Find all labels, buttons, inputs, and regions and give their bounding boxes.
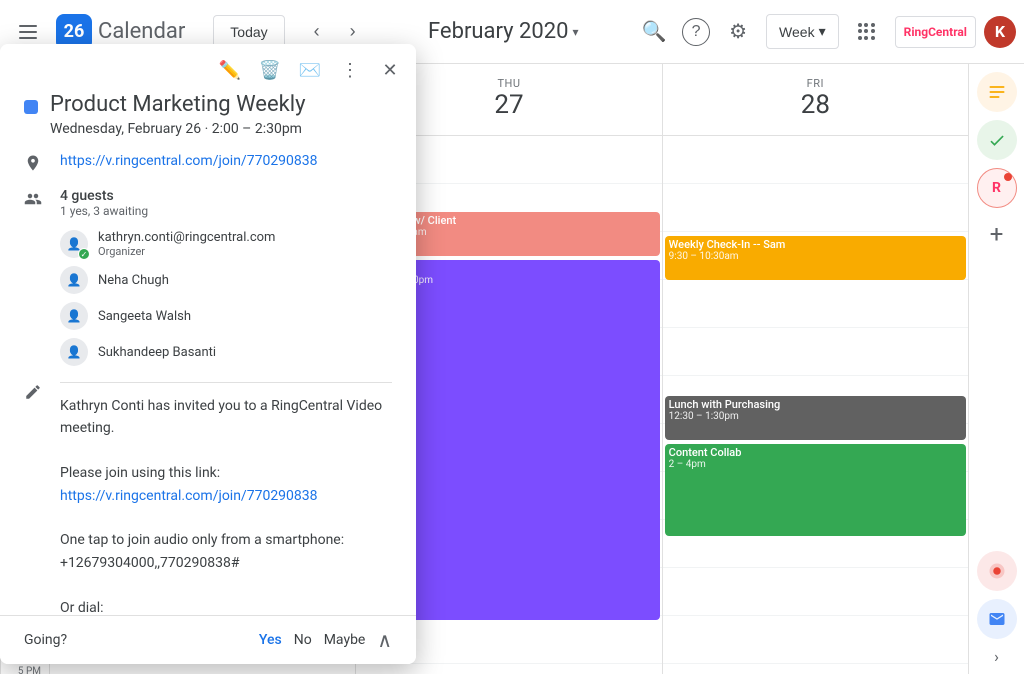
guest-avatar-organizer: 👤 ✓ (60, 230, 88, 258)
ringcentral-logo: RingCentral (895, 16, 976, 48)
guest-status: 1 yes, 3 awaiting (60, 204, 275, 218)
event-content[interactable]: Content Collab 2 – 4pm (665, 444, 966, 536)
sidebar-bottom-icon2[interactable] (977, 599, 1017, 639)
popup-event-title: Product Marketing Weekly (50, 92, 306, 117)
help-button[interactable]: ? (682, 18, 710, 46)
day-column-fri: Weekly Check-In -- Sam 9:30 – 10:30am Lu… (662, 136, 968, 674)
event-popup: ✏️ 🗑️ ✉️ ⋮ ✕ Product Marketing Weekly We… (0, 44, 416, 664)
organizer-label: Organizer (98, 245, 275, 258)
search-button[interactable]: 🔍 (634, 12, 674, 52)
join-link[interactable]: https://v.ringcentral.com/join/770290838 (60, 488, 318, 504)
header-right: 🔍 ? ⚙ Week ▾ RingCentral K (634, 12, 1016, 52)
sidebar-forward-icon[interactable]: › (994, 647, 999, 666)
location-icon (24, 154, 44, 176)
guest-name-sukhandeep: Sukhandeep Basanti (98, 345, 216, 360)
right-sidebar: R + › (968, 64, 1024, 674)
edit-button[interactable]: ✏️ (212, 52, 248, 88)
guest-item-sukhandeep: 👤 Sukhandeep Basanti (60, 334, 275, 370)
sidebar-bottom-icon1[interactable] (977, 551, 1017, 591)
popup-event-datetime: Wednesday, February 26 · 2:00 – 2:30pm (50, 121, 392, 137)
notes-divider (60, 382, 392, 383)
sidebar-add-icon[interactable]: + (990, 220, 1004, 248)
guest-item-neha: 👤 Neha Chugh (60, 262, 275, 298)
view-dropdown-icon: ▾ (819, 23, 826, 40)
popup-guests-detail: 4 guests 1 yes, 3 awaiting 👤 ✓ kathryn.c… (60, 188, 275, 370)
guest-avatar-sukhandeep: 👤 (60, 338, 88, 366)
popup-overlay: ✏️ 🗑️ ✉️ ⋮ ✕ Product Marketing Weekly We… (0, 0, 416, 674)
day-header-fri[interactable]: FRI 28 (662, 64, 968, 135)
going-expand-icon[interactable]: ∧ (377, 628, 392, 652)
guest-name-organizer: kathryn.conti@ringcentral.com (98, 230, 275, 245)
month-dropdown-icon: ▾ (572, 25, 578, 39)
guest-count: 4 guests (60, 188, 275, 204)
guest-avatar-neha: 👤 (60, 266, 88, 294)
popup-toolbar: ✏️ 🗑️ ✉️ ⋮ ✕ (0, 44, 416, 92)
event-lunch[interactable]: Lunch with Purchasing 12:30 – 1:30pm (665, 396, 966, 440)
popup-description: Kathryn Conti has invited you to a RingC… (60, 395, 392, 619)
guest-item-sangeeta: 👤 Sangeeta Walsh (60, 298, 275, 334)
guest-item-organizer: 👤 ✓ kathryn.conti@ringcentral.com Organi… (60, 226, 275, 262)
delete-button[interactable]: 🗑️ (252, 52, 288, 88)
apps-button[interactable] (847, 12, 887, 52)
popup-content: Product Marketing Weekly Wednesday, Febr… (0, 92, 416, 639)
guests-icon (24, 190, 44, 212)
popup-link[interactable]: https://v.ringcentral.com/join/770290838 (60, 153, 318, 169)
notes-icon (24, 383, 44, 405)
month-title[interactable]: February 2020 ▾ (428, 19, 579, 44)
popup-event-title-row: Product Marketing Weekly (24, 92, 392, 117)
going-yes-button[interactable]: Yes (259, 632, 282, 648)
sidebar-tasks-icon[interactable] (977, 72, 1017, 112)
going-maybe-button[interactable]: Maybe (324, 632, 366, 648)
event-color-indicator (24, 100, 38, 114)
going-bar: Going? Yes No Maybe ∧ (0, 615, 416, 664)
close-button[interactable]: ✕ (372, 52, 408, 88)
email-button[interactable]: ✉️ (292, 52, 328, 88)
popup-guests-row: 4 guests 1 yes, 3 awaiting 👤 ✓ kathryn.c… (24, 188, 392, 370)
view-selector[interactable]: Week ▾ (766, 14, 839, 49)
guest-name-sangeeta: Sangeeta Walsh (98, 309, 191, 324)
organizer-check-icon: ✓ (78, 248, 90, 260)
event-weekly-checkin[interactable]: Weekly Check-In -- Sam 9:30 – 10:30am (665, 236, 966, 280)
header-center: February 2020 ▾ (428, 19, 634, 44)
user-avatar[interactable]: K (984, 16, 1016, 48)
guest-name-neha: Neha Chugh (98, 273, 169, 288)
more-button[interactable]: ⋮ (332, 52, 368, 88)
sidebar-check-icon[interactable] (977, 120, 1017, 160)
sidebar-ringcentral-icon[interactable]: R (977, 168, 1017, 208)
going-label: Going? (24, 632, 247, 648)
popup-link-row: https://v.ringcentral.com/join/770290838 (24, 153, 392, 176)
guest-avatar-sangeeta: 👤 (60, 302, 88, 330)
popup-notes-row: Kathryn Conti has invited you to a RingC… (24, 382, 392, 619)
guest-list: 👤 ✓ kathryn.conti@ringcentral.com Organi… (60, 226, 275, 370)
settings-button[interactable]: ⚙ (718, 12, 758, 52)
going-no-button[interactable]: No (294, 632, 312, 648)
